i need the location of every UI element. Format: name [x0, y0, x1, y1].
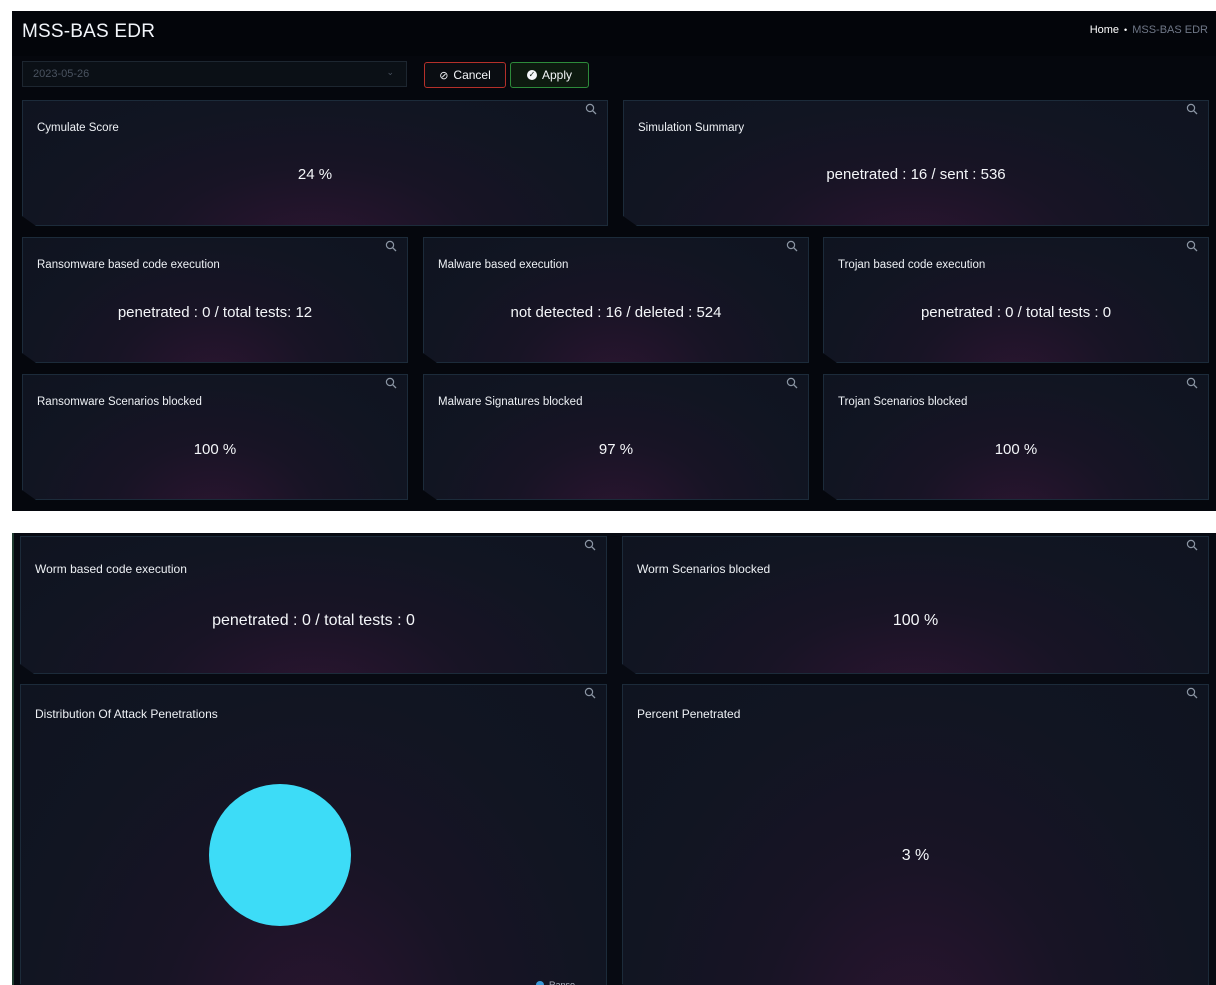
card-title: Simulation Summary	[638, 122, 745, 134]
trojan-execution-card: Trojan based code execution penetrated :…	[823, 237, 1209, 363]
dashboard-top-panel: MSS-BAS EDR Home • MSS-BAS EDR 2023-05-26 …	[12, 11, 1216, 511]
distribution-pie-chart	[21, 685, 608, 985]
card-value: penetrated : 16 / sent : 536	[826, 166, 1006, 183]
card-value: 100 %	[193, 441, 237, 458]
legend-dot	[536, 981, 544, 985]
legend-item[interactable]: Ranso...	[536, 979, 584, 985]
percent-penetrated-card: Percent Penetrated 3 %	[622, 684, 1209, 985]
zoom-icon[interactable]	[786, 377, 798, 389]
apply-button-label: Apply	[541, 68, 573, 82]
card-value: 100 %	[892, 612, 939, 629]
card-value: not detected : 16 / deleted : 524	[510, 304, 722, 321]
card-title: Malware Signatures blocked	[438, 396, 583, 408]
zoom-icon[interactable]	[585, 103, 597, 115]
cymulate-score-card: Cymulate Score 24 %	[22, 100, 608, 226]
worm-execution-card: Worm based code execution penetrated : 0…	[20, 536, 607, 674]
breadcrumb-separator: •	[1124, 25, 1128, 35]
card-value: penetrated : 0 / total tests: 12	[117, 304, 313, 321]
chevron-down-icon: ⌄	[386, 67, 394, 77]
trojan-blocked-card: Trojan Scenarios blocked 100 %	[823, 374, 1209, 500]
zoom-icon[interactable]	[1186, 103, 1198, 115]
card-title: Trojan based code execution	[838, 259, 986, 271]
malware-blocked-card: Malware Signatures blocked 97 %	[423, 374, 809, 500]
zoom-icon[interactable]	[385, 377, 397, 389]
simulation-summary-card: Simulation Summary penetrated : 16 / sen…	[623, 100, 1209, 226]
zoom-icon[interactable]	[786, 240, 798, 252]
card-title: Malware based execution	[438, 259, 569, 271]
zoom-icon[interactable]	[1186, 240, 1198, 252]
cancel-button[interactable]: ⊘ Cancel	[424, 62, 506, 88]
worm-blocked-card: Worm Scenarios blocked 100 %	[622, 536, 1209, 674]
card-title: Ransomware Scenarios blocked	[37, 396, 202, 408]
zoom-icon[interactable]	[584, 539, 596, 551]
card-value: 3 %	[901, 847, 930, 864]
zoom-icon[interactable]	[1186, 539, 1198, 551]
card-title: Worm based code execution	[35, 562, 187, 576]
card-title: Percent Penetrated	[637, 707, 741, 721]
top-bar: MSS-BAS EDR Home • MSS-BAS EDR	[12, 11, 1216, 56]
distribution-card: Distribution Of Attack Penetrations Rans…	[20, 684, 607, 985]
check-circle-icon: ✓	[526, 70, 537, 80]
date-select[interactable]: 2023-05-26 ⌄	[22, 61, 407, 87]
card-title: Ransomware based code execution	[37, 259, 220, 271]
card-value: 24 %	[297, 166, 333, 183]
panel-edge-line	[12, 533, 14, 985]
apply-button[interactable]: ✓ Apply	[510, 62, 589, 88]
ransomware-blocked-card: Ransomware Scenarios blocked 100 %	[22, 374, 408, 500]
card-title: Worm Scenarios blocked	[637, 562, 771, 576]
card-value: 97 %	[598, 441, 634, 458]
zoom-icon[interactable]	[1186, 377, 1198, 389]
cancel-circle-icon: ⊘	[439, 69, 449, 82]
card-title: Cymulate Score	[37, 122, 119, 134]
zoom-icon[interactable]	[385, 240, 397, 252]
chart-legend: Ranso...WormTrojanAntivirus	[536, 979, 584, 985]
breadcrumb: Home • MSS-BAS EDR	[1090, 24, 1208, 36]
card-value: penetrated : 0 / total tests : 0	[920, 304, 1112, 321]
card-title: Trojan Scenarios blocked	[838, 396, 968, 408]
breadcrumb-home-link[interactable]: Home	[1090, 24, 1119, 36]
card-value: 100 %	[994, 441, 1038, 458]
breadcrumb-current: MSS-BAS EDR	[1132, 24, 1208, 36]
zoom-icon[interactable]	[1186, 687, 1198, 699]
malware-execution-card: Malware based execution not detected : 1…	[423, 237, 809, 363]
app-title: MSS-BAS EDR	[22, 21, 156, 42]
cancel-button-label: Cancel	[453, 68, 491, 82]
ransomware-execution-card: Ransomware based code execution penetrat…	[22, 237, 408, 363]
date-value: 2023-05-26	[33, 68, 90, 80]
dashboard-bottom-panel: Worm based code execution penetrated : 0…	[12, 533, 1216, 985]
legend-label: Ranso...	[549, 979, 583, 985]
card-value: penetrated : 0 / total tests : 0	[212, 612, 415, 629]
pie-slice-antivirus[interactable]	[209, 784, 351, 926]
